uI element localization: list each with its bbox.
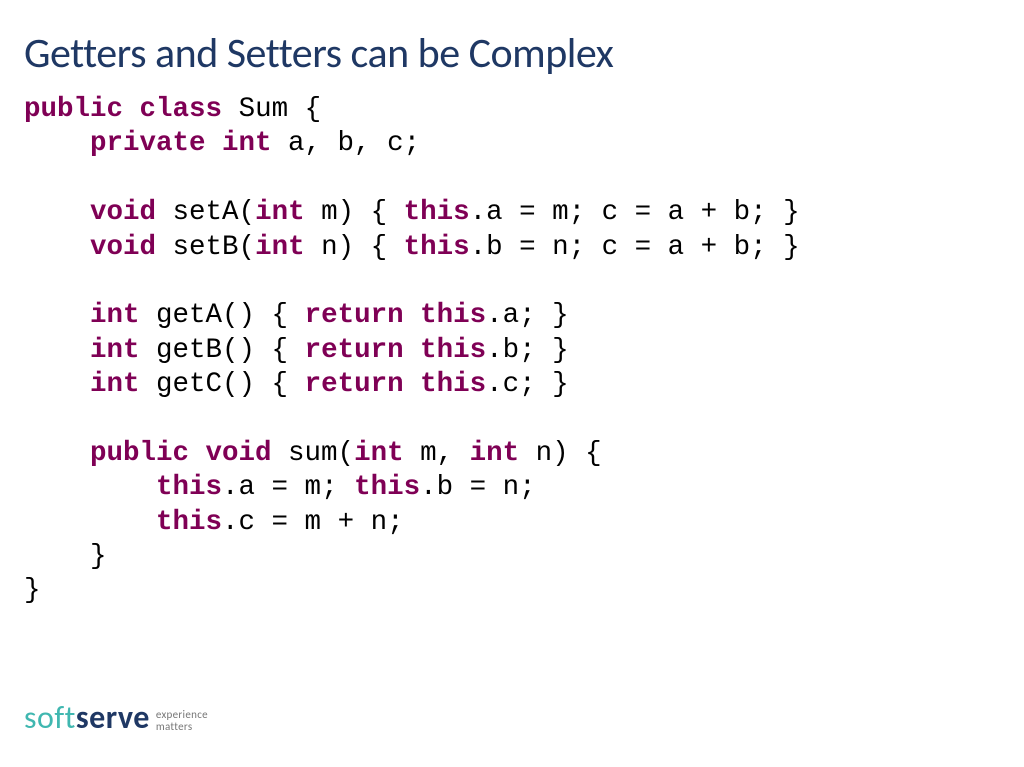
code-token: } xyxy=(24,575,41,606)
code-token: int xyxy=(255,197,305,228)
code-token: return xyxy=(305,369,404,400)
code-token: void xyxy=(189,438,272,469)
logo-tagline: experience matters xyxy=(156,703,208,732)
logo-soft: soft xyxy=(24,698,76,737)
code-token: return xyxy=(305,335,404,366)
code-token: public xyxy=(24,94,123,125)
code-token: getC() { xyxy=(140,369,305,400)
code-token: .c; } xyxy=(486,369,569,400)
logo-serve: serve xyxy=(76,698,150,737)
code-token: n) { xyxy=(519,438,602,469)
slide-title: Getters and Setters can be Complex xyxy=(24,28,1000,79)
code-token: this xyxy=(420,300,486,331)
code-token: a, b, c; xyxy=(272,128,421,159)
footer-logo: softserve experience matters xyxy=(24,698,208,737)
code-token: this xyxy=(24,472,222,503)
code-token: .a; } xyxy=(486,300,569,331)
code-token: public xyxy=(24,438,189,469)
code-token: this xyxy=(24,507,222,538)
code-token: int xyxy=(354,438,404,469)
code-token: int xyxy=(24,300,140,331)
tagline-line1: experience xyxy=(156,709,208,721)
code-token: private xyxy=(24,128,206,159)
code-token: sum( xyxy=(272,438,355,469)
code-token: getA() { xyxy=(140,300,305,331)
code-token: .b = n; xyxy=(420,472,536,503)
code-token xyxy=(404,300,421,331)
code-token: return xyxy=(305,300,404,331)
tagline-line2: matters xyxy=(156,721,208,733)
code-token: } xyxy=(24,541,107,572)
code-block: public class Sum { private int a, b, c; … xyxy=(24,93,1000,609)
code-token: class xyxy=(123,94,222,125)
code-token: this xyxy=(354,472,420,503)
code-token: .a = m; c = a + b; } xyxy=(470,197,800,228)
code-token: .c = m + n; xyxy=(222,507,404,538)
code-token: int xyxy=(255,232,305,263)
code-token: m, xyxy=(404,438,470,469)
code-token xyxy=(404,335,421,366)
code-token: int xyxy=(206,128,272,159)
code-token: setA( xyxy=(156,197,255,228)
code-token: getB() { xyxy=(140,335,305,366)
code-token: this xyxy=(404,197,470,228)
code-token: Sum { xyxy=(222,94,321,125)
code-token: int xyxy=(470,438,520,469)
code-token: this xyxy=(420,335,486,366)
code-token: void xyxy=(24,232,156,263)
code-token: void xyxy=(24,197,156,228)
code-token: m) { xyxy=(305,197,404,228)
code-token: .b = n; c = a + b; } xyxy=(470,232,800,263)
code-token: int xyxy=(24,369,140,400)
code-token xyxy=(404,369,421,400)
code-token: setB( xyxy=(156,232,255,263)
code-token: .a = m; xyxy=(222,472,354,503)
code-token: n) { xyxy=(305,232,404,263)
code-token: .b; } xyxy=(486,335,569,366)
code-token: int xyxy=(24,335,140,366)
code-token: this xyxy=(404,232,470,263)
code-token: this xyxy=(420,369,486,400)
